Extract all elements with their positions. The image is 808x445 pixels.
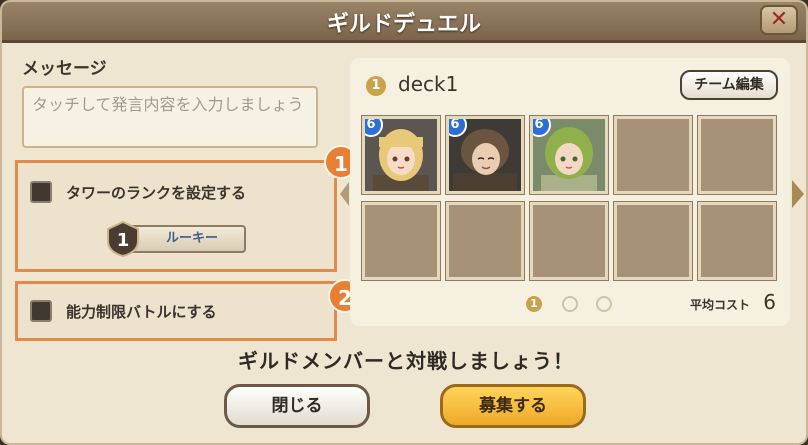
- deck-slot-1[interactable]: 6: [361, 115, 441, 195]
- deck-slot-5[interactable]: [697, 115, 777, 195]
- deck-index: 1: [366, 76, 386, 96]
- deck-slot-4[interactable]: [613, 115, 693, 195]
- rank-shield-icon: 1: [107, 221, 139, 257]
- prev-arrow-icon[interactable]: [340, 182, 349, 206]
- rank-number: 1: [117, 230, 130, 251]
- tower-rank-option: タワーのランクを設定する ルーキー 1: [15, 160, 337, 272]
- deck-slot-8[interactable]: [529, 201, 609, 281]
- footer-message: ギルドメンバーと対戦しましょう！: [238, 349, 574, 373]
- avg-cost-label: 平均コスト: [689, 298, 750, 312]
- avg-cost-value: 6: [763, 290, 776, 314]
- message-input[interactable]: タッチして発言内容を入力しましょう: [22, 86, 318, 148]
- rank-label: ルーキー: [122, 225, 246, 253]
- title-bar: ギルドデュエル ✕: [2, 2, 806, 43]
- page-dot[interactable]: [562, 296, 578, 312]
- message-label: メッセージ: [22, 59, 107, 79]
- dialog-title: ギルドデュエル: [326, 12, 481, 37]
- close-button[interactable]: 閉じる: [224, 384, 370, 428]
- ability-limit-checkbox[interactable]: [30, 300, 52, 322]
- tower-rank-checkbox[interactable]: [30, 181, 52, 203]
- guild-duel-dialog: ギルドデュエル ✕ メッセージ タッチして発言内容を入力しましょう タワーのラン…: [0, 0, 808, 445]
- deck-slot-9[interactable]: [613, 201, 693, 281]
- deck-panel: 1 deck1 チーム編集 6 6 6 1 平均コスト 6: [350, 58, 790, 326]
- page-dot[interactable]: [596, 296, 612, 312]
- deck-slot-10[interactable]: [697, 201, 777, 281]
- deck-slot-7[interactable]: [445, 201, 525, 281]
- deck-slot-2[interactable]: 6: [445, 115, 525, 195]
- ability-limit-option: 能力制限バトルにする: [15, 281, 337, 341]
- deck-slot-3[interactable]: 6: [529, 115, 609, 195]
- tower-rank-label: タワーのランクを設定する: [66, 184, 247, 202]
- deck-slot-6[interactable]: [361, 201, 441, 281]
- recruit-button[interactable]: 募集する: [440, 384, 586, 428]
- next-arrow-icon[interactable]: [792, 180, 804, 208]
- deck-name: deck1: [398, 72, 459, 96]
- ability-limit-label: 能力制限バトルにする: [66, 303, 217, 321]
- rank-badge[interactable]: ルーキー 1: [106, 221, 246, 257]
- close-icon[interactable]: ✕: [760, 5, 798, 35]
- team-edit-button[interactable]: チーム編集: [680, 70, 778, 100]
- page-dot-active[interactable]: 1: [526, 296, 542, 312]
